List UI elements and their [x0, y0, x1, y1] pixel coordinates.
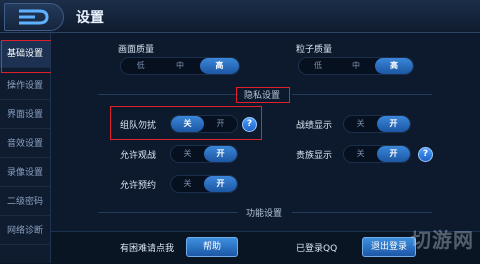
particle-option-mid[interactable]: 中 — [337, 58, 375, 74]
particle-quality-label: 粒子质量 — [296, 45, 333, 55]
graphics-option-high[interactable]: 高 — [199, 58, 239, 74]
allow-reservation-toggle[interactable]: 关 开 — [170, 175, 238, 193]
graphics-option-low[interactable]: 低 — [121, 58, 160, 74]
privacy-divider-right — [292, 94, 432, 95]
do-not-disturb-highlight-box — [110, 106, 262, 140]
function-divider-right — [292, 212, 432, 213]
graphics-quality-label: 画面质量 — [118, 45, 155, 55]
allow-reservation-label: 允许预约 — [120, 181, 157, 191]
sidebar-item-secondary-password[interactable]: 二级密码 — [0, 189, 50, 216]
back-arrow-icon — [19, 9, 49, 25]
back-button[interactable] — [4, 3, 64, 31]
allow-spectate-label: 允许观战 — [120, 151, 157, 161]
graphics-quality-selector[interactable]: 低 中 高 — [120, 57, 240, 75]
function-divider-left — [98, 212, 238, 213]
sidebar-item-replay[interactable]: 录像设置 — [0, 160, 50, 187]
logout-button[interactable]: 退出登录 — [362, 237, 416, 257]
particle-quality-selector[interactable]: 低 中 高 — [298, 57, 414, 75]
sidebar-item-network[interactable]: 网络诊断 — [0, 218, 50, 245]
noble-display-off[interactable]: 关 — [344, 146, 377, 162]
allow-reservation-on[interactable]: 开 — [204, 176, 237, 192]
allow-spectate-off[interactable]: 关 — [171, 146, 204, 162]
function-section-title: 功能设置 — [245, 209, 282, 219]
sidebar-item-interface[interactable]: 界面设置 — [0, 102, 50, 129]
record-display-label: 战绩显示 — [296, 121, 333, 131]
record-display-on[interactable]: 开 — [377, 116, 410, 132]
particle-option-high[interactable]: 高 — [375, 58, 413, 74]
record-display-toggle[interactable]: 关 开 — [343, 115, 411, 133]
noble-display-on[interactable]: 开 — [377, 146, 410, 162]
sidebar-item-audio[interactable]: 音效设置 — [0, 131, 50, 158]
sidebar-highlight-box — [1, 40, 53, 73]
help-button[interactable]: 帮助 — [186, 237, 238, 257]
noble-display-help-icon[interactable]: ? — [418, 147, 433, 162]
particle-option-low[interactable]: 低 — [299, 58, 337, 74]
login-status-text: 已登录QQ — [296, 244, 338, 254]
privacy-title-highlight-box — [236, 87, 290, 103]
page-title: 设置 — [76, 10, 104, 26]
sidebar-item-controls[interactable]: 操作设置 — [0, 73, 50, 100]
top-bar: 设置 — [0, 0, 480, 33]
noble-display-toggle[interactable]: 关 开 — [343, 145, 411, 163]
help-prompt-text: 有困难请点我 — [120, 244, 175, 254]
record-display-off[interactable]: 关 — [344, 116, 377, 132]
allow-spectate-on[interactable]: 开 — [204, 146, 237, 162]
allow-spectate-toggle[interactable]: 关 开 — [170, 145, 238, 163]
noble-display-label: 贵族显示 — [296, 151, 333, 161]
watermark-text: 切游网 — [411, 228, 474, 252]
privacy-divider-left — [98, 94, 238, 95]
allow-reservation-off[interactable]: 关 — [171, 176, 204, 192]
graphics-option-mid[interactable]: 中 — [160, 58, 199, 74]
